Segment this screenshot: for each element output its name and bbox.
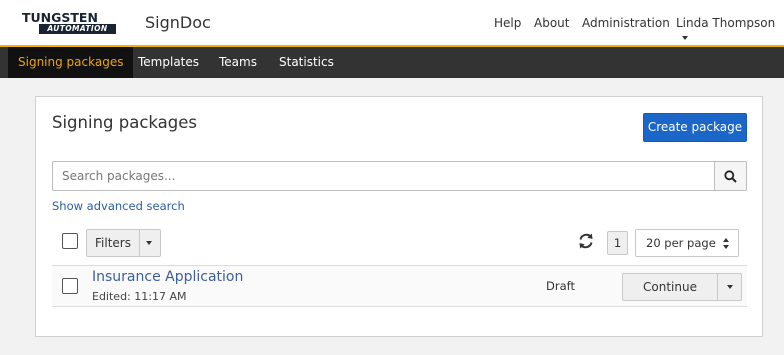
divider	[139, 230, 140, 256]
per-page-value: 20 per page	[646, 236, 716, 250]
user-name: Linda Thompson	[676, 16, 776, 30]
continue-button[interactable]: Continue	[622, 273, 742, 301]
filters-button[interactable]: Filters	[86, 229, 161, 257]
help-link[interactable]: Help	[494, 16, 521, 30]
per-page-select[interactable]: 20 per page	[635, 229, 739, 257]
package-title-link[interactable]: Insurance Application	[92, 269, 243, 285]
create-package-button[interactable]: Create package	[643, 113, 747, 142]
page-number-button[interactable]: 1	[607, 231, 628, 255]
app-header: TUNGSTEN AUTOMATION SignDoc Help About A…	[0, 0, 784, 47]
main-navbar: Signing packages Templates Teams Statist…	[0, 47, 784, 78]
table-row: Insurance Application Edited: 11:17 AM D…	[52, 265, 747, 307]
logo-text-line2: AUTOMATION	[39, 24, 116, 34]
tab-signing-packages[interactable]: Signing packages	[8, 47, 134, 78]
signing-packages-panel: Signing packages Create package Show adv…	[35, 96, 763, 337]
tab-statistics[interactable]: Statistics	[269, 47, 344, 78]
divider	[717, 274, 718, 300]
chevron-down-icon[interactable]	[727, 285, 733, 289]
chevron-down-icon[interactable]	[146, 241, 152, 245]
tab-teams[interactable]: Teams	[209, 47, 267, 78]
select-arrows-icon	[723, 238, 730, 249]
about-link[interactable]: About	[534, 16, 569, 30]
search-icon	[724, 169, 737, 183]
search-input[interactable]	[52, 161, 715, 191]
refresh-icon[interactable]	[577, 232, 595, 250]
select-all-checkbox[interactable]	[62, 233, 78, 249]
page-title: Signing packages	[52, 113, 198, 132]
chevron-down-icon	[682, 35, 688, 40]
app-name: SignDoc	[145, 13, 211, 32]
logo-text-line1: TUNGSTEN	[22, 10, 98, 25]
user-menu[interactable]: Linda Thompson	[676, 16, 784, 44]
filters-label: Filters	[95, 236, 131, 250]
tungsten-automation-logo[interactable]: TUNGSTEN AUTOMATION	[22, 11, 116, 35]
search-button[interactable]	[714, 161, 747, 191]
tab-templates[interactable]: Templates	[128, 47, 209, 78]
administration-link[interactable]: Administration	[582, 16, 670, 30]
status-badge: Draft	[546, 279, 575, 293]
row-checkbox[interactable]	[62, 278, 78, 294]
package-edited-time: Edited: 11:17 AM	[92, 290, 187, 303]
advanced-search-link[interactable]: Show advanced search	[52, 199, 185, 213]
continue-label: Continue	[643, 280, 697, 294]
